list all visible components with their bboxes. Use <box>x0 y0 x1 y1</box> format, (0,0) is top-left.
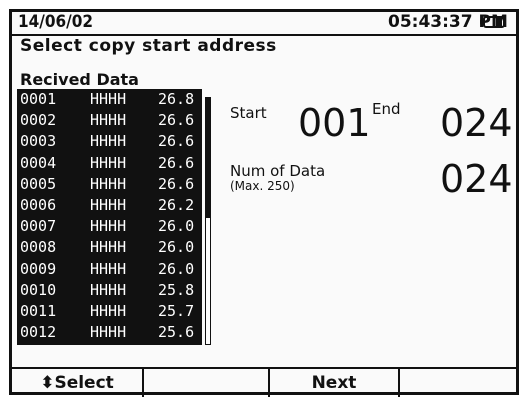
row-number: 0010 <box>20 280 57 299</box>
list-item[interactable]: 0004 HHHH 26.6 <box>17 153 202 174</box>
row-hex: HHHH <box>90 323 127 342</box>
row-number: 0011 <box>20 302 57 320</box>
row-value: 26.0 <box>158 259 195 278</box>
list-item[interactable]: 0005 HHHH 26.6 <box>17 174 202 195</box>
row-hex: HHHH <box>90 238 127 257</box>
row-hex: HHHH <box>90 217 127 236</box>
row-value: 26.0 <box>158 238 195 257</box>
list-item[interactable]: 0007 HHHH 26.0 <box>17 216 202 237</box>
row-number: 0005 <box>20 174 57 193</box>
function-key-2[interactable] <box>144 369 270 397</box>
received-data-list[interactable]: 0001 HHHH 26.8 0002 HHHH 26.6 0003 HHHH 26.6 0004… <box>17 89 202 345</box>
row-number: 0006 <box>20 196 57 214</box>
num-of-data-max: (Max. 250) <box>230 179 295 193</box>
list-item[interactable]: 0009 HHHH 26.0 <box>17 259 202 280</box>
battery-icon <box>480 16 508 28</box>
select-key[interactable]: ⬍Select <box>12 369 144 397</box>
row-value: 26.2 <box>158 196 195 214</box>
list-item[interactable]: 0001 HHHH 26.8 <box>17 89 202 110</box>
row-hex: HHHH <box>90 111 127 130</box>
row-hex: HHHH <box>90 90 127 108</box>
row-value: 26.6 <box>158 111 195 130</box>
row-value: 26.6 <box>158 174 195 193</box>
row-hex: HHHH <box>90 196 127 214</box>
row-number: 0002 <box>20 111 57 130</box>
row-number: 0003 <box>20 132 57 151</box>
row-number: 0012 <box>20 323 57 342</box>
row-value: 25.7 <box>158 302 195 320</box>
function-key-4[interactable] <box>400 369 516 397</box>
end-value[interactable]: 024 <box>440 104 513 142</box>
row-hex: HHHH <box>90 132 127 151</box>
list-item[interactable]: 0010 HHHH 25.8 <box>17 280 202 301</box>
list-item[interactable]: 0008 HHHH 26.0 <box>17 237 202 258</box>
received-data-title: Recived Data <box>20 70 139 89</box>
start-value[interactable]: 001 <box>298 104 371 142</box>
next-key[interactable]: Next <box>270 369 400 397</box>
list-item[interactable]: 0003 HHHH 26.6 <box>17 131 202 152</box>
row-hex: HHHH <box>90 153 127 172</box>
list-item[interactable]: 0011 HHHH 25.7 <box>17 301 202 322</box>
row-hex: HHHH <box>90 302 127 320</box>
status-date: 14/06/02 <box>18 12 94 32</box>
list-item[interactable]: 0006 HHHH 26.2 <box>17 195 202 216</box>
list-scroll-thumb[interactable] <box>206 98 210 218</box>
list-item[interactable]: 0002 HHHH 26.6 <box>17 110 202 131</box>
row-value: 26.6 <box>158 132 195 151</box>
row-value: 25.8 <box>158 280 195 299</box>
row-hex: HHHH <box>90 174 127 193</box>
row-value: 26.6 <box>158 153 195 172</box>
row-number: 0009 <box>20 259 57 278</box>
row-value: 26.8 <box>158 90 195 108</box>
status-bar: 14/06/02 05:43:37 PM <box>12 12 516 36</box>
row-value: 25.6 <box>158 323 195 342</box>
function-key-bar: ⬍Select Next <box>12 367 516 397</box>
row-number: 0001 <box>20 90 57 108</box>
num-of-data-value: 024 <box>440 157 513 201</box>
row-value: 26.0 <box>158 217 195 236</box>
device-screen: 14/06/02 05:43:37 PM Select copy start a… <box>9 9 519 397</box>
row-hex: HHHH <box>90 280 127 299</box>
row-number: 0008 <box>20 238 57 257</box>
list-item[interactable]: 0012 HHHH 25.6 <box>17 322 202 343</box>
end-label: End <box>372 100 401 118</box>
start-label: Start <box>230 104 267 122</box>
row-number: 0004 <box>20 153 57 172</box>
num-of-data-label: Num of Data <box>230 162 326 180</box>
row-hex: HHHH <box>90 259 127 278</box>
page-title: Select copy start address <box>20 36 277 56</box>
row-number: 0007 <box>20 217 57 236</box>
